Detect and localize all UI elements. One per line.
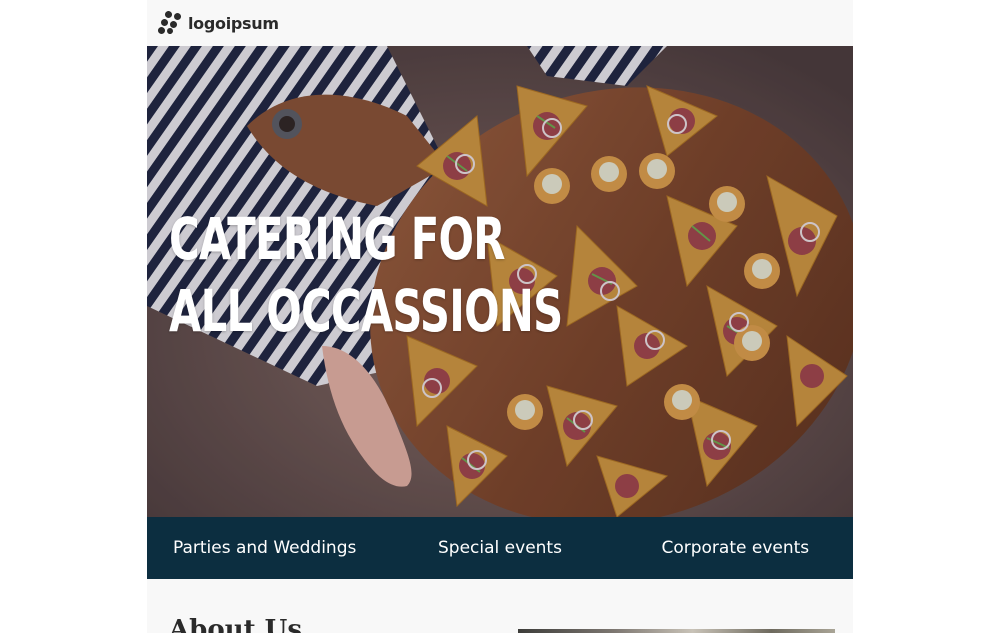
about-heading: About Us bbox=[169, 615, 302, 633]
nav-item-special-events[interactable]: Special events bbox=[382, 517, 617, 579]
hero-banner: CATERING FOR ALL OCCASSIONS bbox=[147, 46, 853, 517]
services-nav: Parties and Weddings Special events Corp… bbox=[147, 517, 853, 579]
page: logoipsum CATERING FOR ALL OCCASSIONS Pa… bbox=[147, 0, 853, 633]
nav-item-corporate-events[interactable]: Corporate events bbox=[618, 517, 853, 579]
logo-text: logoipsum bbox=[188, 13, 279, 33]
site-header: logoipsum bbox=[147, 0, 853, 46]
about-section: About Us bbox=[147, 579, 853, 633]
hero-title: CATERING FOR ALL OCCASSIONS bbox=[169, 203, 563, 347]
hero-title-line-2: ALL OCCASSIONS bbox=[169, 277, 563, 345]
logo-link[interactable]: logoipsum bbox=[158, 11, 279, 35]
about-image bbox=[518, 629, 835, 633]
nav-item-parties-and-weddings[interactable]: Parties and Weddings bbox=[147, 517, 382, 579]
logo-mark-icon bbox=[158, 11, 182, 35]
hero-title-line-1: CATERING FOR bbox=[169, 205, 505, 273]
